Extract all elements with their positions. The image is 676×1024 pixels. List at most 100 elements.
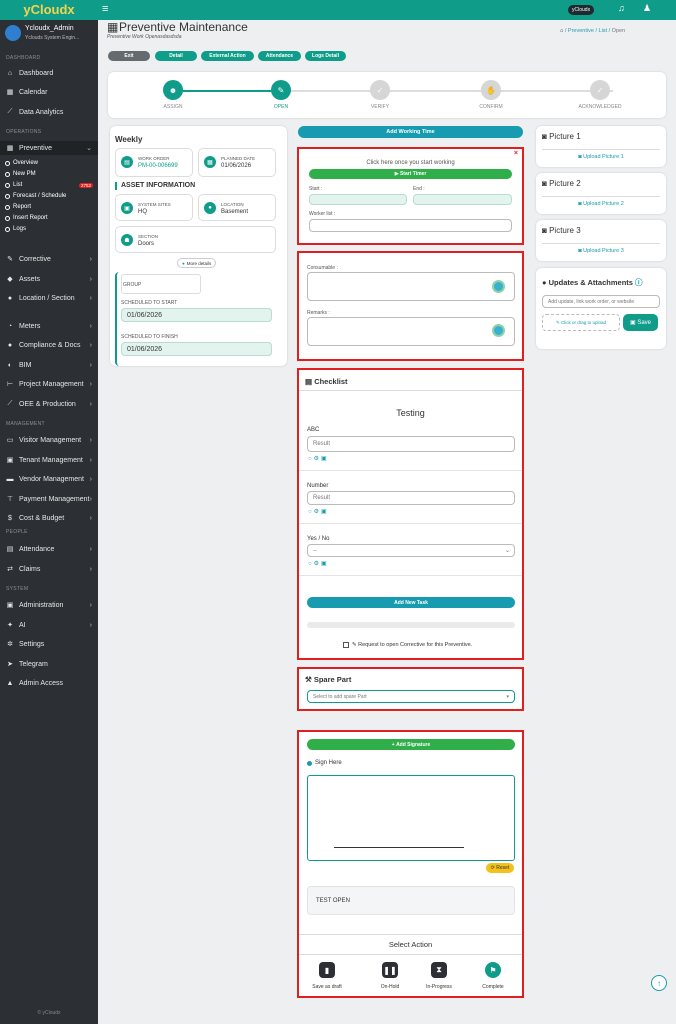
nav-corrective[interactable]: ✎ Corrective › (0, 252, 98, 266)
add-new-task-button[interactable]: Add New Task (307, 597, 515, 608)
checklist-item-tools-icon[interactable]: ○⚙▣ (308, 455, 329, 462)
update-input[interactable]: Add update, link work order, or website (542, 295, 660, 308)
nav-vendor[interactable]: ▬ Vendor Management › (0, 472, 98, 486)
user-avatar[interactable] (5, 25, 21, 41)
nav-assets[interactable]: ◆ Assets › (0, 272, 98, 286)
spare-part-select[interactable]: Select to add spare Part ▾ (307, 690, 515, 703)
add-working-time-button[interactable]: Add Working Time (298, 126, 523, 138)
nav-meters[interactable]: ◔ Meters › (0, 319, 98, 333)
checklist-yes-no-select[interactable]: -- ⌄ (307, 544, 515, 557)
page-title: Preventive Maintenance (119, 20, 248, 34)
save-update-button[interactable]: ▣ Save (623, 314, 658, 331)
in-progress-button[interactable]: In-Progress (419, 984, 459, 990)
chevron-right-icon: › (89, 341, 92, 349)
start-hint: Click here once you start working (366, 160, 455, 166)
nav-tenant[interactable]: ▣ Tenant Management › (0, 453, 98, 467)
picture-title: ◙ Picture 2 (542, 179, 581, 188)
file-upload-dropzone[interactable]: ✎ Click or drag to upload (542, 314, 620, 331)
upload-picture-button[interactable]: ◙ Upload Picture 2 (536, 201, 666, 207)
in-progress-icon[interactable]: ⧗ (431, 962, 447, 978)
external-action-button[interactable]: External Action (201, 51, 254, 61)
camera-icon: ◙ (578, 201, 582, 207)
add-signature-button[interactable]: + Add Signature (307, 739, 515, 750)
on-hold-icon[interactable]: ❚❚ (382, 962, 398, 978)
save-as-draft-icon[interactable]: ▮ (319, 962, 335, 978)
app-logo[interactable]: yCloudx (0, 0, 98, 20)
step-confirm-icon: ✋ (481, 80, 501, 100)
save-as-draft-button[interactable]: Save as draft (307, 984, 347, 990)
nav-admin-access[interactable]: ▲ Admin Access (0, 676, 98, 690)
bell-icon[interactable]: ♫ (618, 3, 625, 13)
chevron-right-icon: › (89, 380, 92, 388)
more-details-button[interactable]: ● More details (177, 258, 217, 268)
section-dashboard: DASHBOARD (6, 55, 41, 61)
nav-project[interactable]: ⊢ Project Management › (0, 377, 98, 391)
nav-data-analytics[interactable]: ⟋ Data Analytics (0, 105, 98, 119)
checklist-item-tools-icon[interactable]: ○⚙▣ (308, 560, 329, 567)
cloud-upload-icon[interactable] (492, 324, 505, 337)
sub-forecast[interactable]: Forecast / Schedule (5, 191, 66, 201)
start-time-input[interactable] (309, 194, 407, 205)
checklist-item-tools-icon[interactable]: ○⚙▣ (308, 508, 329, 515)
complete-button[interactable]: Complete (473, 984, 513, 990)
nav-compliance[interactable]: ● Compliance & Docs › (0, 338, 98, 352)
notification-icon[interactable]: ♟ (643, 3, 651, 14)
on-hold-button[interactable]: On-Hold (370, 984, 410, 990)
nav-visitor[interactable]: ▭ Visitor Management › (0, 433, 98, 447)
breadcrumb-list[interactable]: List (599, 28, 608, 34)
nav-oee[interactable]: ⟋ OEE & Production › (0, 397, 98, 411)
scroll-to-top-button[interactable]: ↑ (651, 975, 667, 991)
sub-logs[interactable]: Logs (5, 224, 26, 234)
detail-button[interactable]: Detail (155, 51, 197, 61)
nav-bim[interactable]: ◐ BIM › (0, 358, 98, 372)
sub-insert-report[interactable]: Insert Report (5, 213, 48, 223)
close-icon[interactable]: × (514, 150, 518, 157)
worker-list-input[interactable] (309, 219, 512, 232)
section-management: MANAGEMENT (6, 421, 45, 427)
brand-badge[interactable]: yCloudx (568, 5, 595, 15)
menu-icon[interactable]: ≡ (102, 3, 108, 15)
cloud-upload-icon[interactable] (492, 280, 505, 293)
checklist-result-input[interactable]: Result (307, 436, 515, 452)
circle-icon: ● (7, 341, 13, 349)
checklist-number-input[interactable]: Result (307, 491, 515, 505)
sub-report[interactable]: Report (5, 202, 31, 212)
breadcrumb-preventive[interactable]: Preventive (568, 28, 594, 34)
section: Doors (138, 241, 155, 247)
logs-detail-button[interactable]: Logs Detail (305, 51, 346, 61)
signature-pad[interactable] (307, 775, 515, 861)
info-icon: ⓘ (635, 278, 643, 287)
nav-administration[interactable]: ▣ Administration › (0, 598, 98, 612)
end-time-input[interactable] (413, 194, 512, 205)
upload-picture-button[interactable]: ◙ Upload Picture 3 (536, 248, 666, 254)
home-icon: ⌂ (7, 69, 13, 77)
exit-button[interactable]: Exit (108, 51, 150, 61)
complete-icon[interactable]: ⚑ (485, 962, 501, 978)
start-timer-button[interactable]: ▶ Start Timer (309, 169, 512, 179)
attendance-button[interactable]: Attendance (258, 51, 301, 61)
nav-settings[interactable]: ✲ Settings (0, 637, 98, 651)
nav-ai[interactable]: ✦ AI › (0, 618, 98, 632)
nav-payment[interactable]: ⊤ Payment Management › (0, 492, 98, 506)
section-operations: OPERATIONS (6, 129, 42, 135)
nav-dashboard[interactable]: ⌂ Dashboard (0, 66, 98, 80)
camera-icon: ◙ (542, 132, 547, 141)
nav-location[interactable]: ● Location / Section › (0, 291, 98, 305)
nav-telegram[interactable]: ➤ Telegram (0, 657, 98, 671)
remarks-input[interactable] (307, 317, 515, 346)
user-name[interactable]: Ycloudx_Admin (25, 25, 74, 32)
sub-overview[interactable]: Overview (5, 158, 38, 168)
nav-claims[interactable]: ⇄ Claims › (0, 562, 98, 576)
cart-icon: ⊤ (6, 496, 14, 503)
location: Basement (221, 209, 249, 215)
consumable-input[interactable] (307, 272, 515, 301)
sub-list[interactable]: List 2752 (5, 180, 93, 190)
nav-attendance[interactable]: ▤ Attendance › (0, 542, 98, 556)
reset-button[interactable]: ⟳ Reset (486, 863, 514, 873)
sub-new-pm[interactable]: New PM (5, 169, 36, 179)
nav-preventive[interactable]: ▦ Preventive ⌄ (0, 141, 98, 155)
upload-picture-button[interactable]: ◙ Upload Picture 1 (536, 154, 666, 160)
nav-calendar[interactable]: ▦ Calendar (0, 85, 98, 99)
request-corrective-checkbox[interactable]: ✎ Request to open Corrective for this Pr… (343, 642, 472, 648)
nav-cost-budget[interactable]: $ Cost & Budget › (0, 511, 98, 525)
